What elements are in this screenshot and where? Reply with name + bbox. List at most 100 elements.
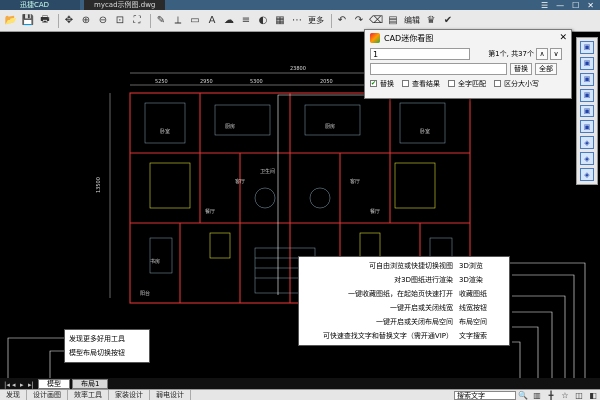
more-icon[interactable]: ⋯ <box>290 14 304 28</box>
search-dialog: CAD迷你看图 ✕ 1 第1个, 共37个 ∧ ∨ 替换 全部 ✔ 替换 查看结果… <box>364 29 572 99</box>
callout-line: 可自由浏览或快捷切换视图 3D浏览 <box>369 262 483 270</box>
view-results-checkbox[interactable]: 查看结果 <box>402 79 440 89</box>
search-row: 1 第1个, 共37个 ∧ ∨ <box>365 46 571 61</box>
result-count: 第1个, 共37个 <box>488 49 534 58</box>
replace-checkbox[interactable]: ✔ 替换 <box>370 79 394 89</box>
more-label[interactable]: 更多 <box>308 15 324 26</box>
status-bar: 发现 设计画图 效率工具 家装设计 弱电设计 搜索文字 🔍 ▥ ╋ ☆ ◫ ◧ <box>0 389 600 400</box>
app-logo: 迅捷CAD <box>0 0 80 10</box>
check-icon[interactable]: ✔ <box>441 14 455 28</box>
text-search-input[interactable]: 搜索文字 <box>454 390 516 400</box>
ne-iso-view-icon[interactable]: ◈ <box>580 168 594 182</box>
next-result-button[interactable]: ∨ <box>550 47 562 60</box>
low-voltage-design-button[interactable]: 弱电设计 <box>150 389 191 400</box>
callout-line: 可快速查找文字和替换文字（需开通VIP） 文字搜索 <box>322 332 487 340</box>
top-view-icon[interactable]: ▣ <box>580 41 594 54</box>
last-tab-icon[interactable]: ▸| <box>28 381 36 389</box>
bottom-view-icon[interactable]: ▣ <box>580 56 594 70</box>
design-drawing-button[interactable]: 设计画图 <box>27 389 68 400</box>
print-icon[interactable]: 🖶 <box>38 14 52 28</box>
se-iso-view-icon[interactable]: ◈ <box>580 152 594 166</box>
right-view-icon[interactable]: ▣ <box>580 88 594 102</box>
dim-total-text: 23800 <box>290 66 306 72</box>
line-width-icon[interactable]: ╋ <box>544 390 558 400</box>
close-icon[interactable]: ✕ <box>587 1 594 10</box>
next-tab-icon[interactable]: ▸ <box>20 381 28 389</box>
checkbox-icon <box>494 80 501 87</box>
undo-icon[interactable]: ↶ <box>335 14 349 28</box>
replace-row: 替换 全部 <box>365 61 571 76</box>
image-icon[interactable]: ▦ <box>273 14 287 28</box>
checkbox-icon <box>402 80 409 87</box>
zoom-extents-icon[interactable]: ⛶ <box>130 14 144 28</box>
edit-label[interactable]: 编辑 <box>404 15 420 26</box>
checkbox-checked-icon: ✔ <box>370 80 377 87</box>
view-cube-toolbar: ▣ ▣ ▣ ▣ ▣ ▣ ◈ ◈ ◈ <box>576 37 598 185</box>
prev-tab-icon[interactable]: ◂ <box>12 381 20 389</box>
zoom-window-icon[interactable]: ⊡ <box>113 14 127 28</box>
search-icon[interactable]: 🔍 <box>516 390 530 400</box>
render-3d-icon[interactable]: ◫ <box>572 390 586 400</box>
home-design-button[interactable]: 家装设计 <box>109 389 150 400</box>
layer-icon[interactable]: ≡ <box>239 14 253 28</box>
feature-callout-right: 可自由浏览或快捷切换视图 3D浏览 对3D图纸进行渲染 3D渲染 一键收藏图纸，在起… <box>298 256 510 346</box>
dim-top-text: 2950 <box>200 79 213 85</box>
layout-space-icon[interactable]: ▥ <box>530 390 544 400</box>
efficiency-tools-button[interactable]: 效率工具 <box>68 389 109 400</box>
color-icon[interactable]: ◐ <box>256 14 270 28</box>
pan-icon[interactable]: ✥ <box>62 14 76 28</box>
search-input[interactable]: 1 <box>370 47 470 60</box>
replace-input[interactable] <box>370 62 507 75</box>
discover-button[interactable]: 发现 <box>0 389 27 400</box>
open-folder-icon[interactable]: 📂 <box>4 14 18 28</box>
room-label: 餐厅 <box>205 208 215 215</box>
zoom-in-icon[interactable]: ⊕ <box>79 14 93 28</box>
window-controls: ☰ — ☐ ✕ <box>541 1 600 10</box>
title-bar: 迅捷CAD mycad示例图.dwg ☰ — ☐ ✕ <box>0 0 600 10</box>
browse-3d-icon[interactable]: ◧ <box>586 390 600 400</box>
eraser-icon[interactable]: ⌫ <box>369 14 383 28</box>
room-label: 餐厅 <box>370 208 380 215</box>
pencil-icon[interactable]: ✎ <box>154 14 168 28</box>
callout-line: 一键收藏图纸，在起始页快速打开 收藏图纸 <box>348 290 487 298</box>
match-case-checkbox[interactable]: 区分大小写 <box>494 79 539 89</box>
close-icon[interactable]: ✕ <box>559 33 567 43</box>
maximize-icon[interactable]: ☐ <box>572 1 579 10</box>
room-label: 卧室 <box>420 128 430 135</box>
tab-model[interactable]: 模型 <box>38 379 70 389</box>
text-icon[interactable]: A <box>205 14 219 28</box>
area-icon[interactable]: ▭ <box>188 14 202 28</box>
back-view-icon[interactable]: ▣ <box>580 120 594 134</box>
edit-icon[interactable]: ▤ <box>386 14 400 28</box>
room-label: 卫生间 <box>260 168 275 175</box>
save-icon[interactable]: 💾 <box>21 14 35 28</box>
room-label: 客厅 <box>235 178 245 185</box>
checkbox-icon <box>448 80 455 87</box>
minimize-icon[interactable]: — <box>556 1 564 10</box>
zoom-out-icon[interactable]: ⊖ <box>96 14 110 28</box>
sw-iso-view-icon[interactable]: ◈ <box>580 136 594 150</box>
whole-word-checkbox[interactable]: 全字匹配 <box>448 79 486 89</box>
layout-tabs: |◂ ◂ ▸ ▸| 模型 布局1 <box>0 378 600 389</box>
room-label: 厨房 <box>325 123 335 130</box>
vip-icon[interactable]: ♛ <box>424 14 438 28</box>
room-label: 阳台 <box>140 290 150 297</box>
callout-line: 一键开启或关闭布局空间 布局空间 <box>376 318 487 326</box>
front-view-icon[interactable]: ▣ <box>580 104 594 118</box>
tab-layout1[interactable]: 布局1 <box>72 379 109 389</box>
cloud-icon[interactable]: ☁ <box>222 14 236 28</box>
dialog-titlebar[interactable]: CAD迷你看图 ✕ <box>365 30 571 46</box>
replace-all-button[interactable]: 全部 <box>535 62 557 75</box>
dim-side-text: 13500 <box>96 177 102 193</box>
redo-icon[interactable]: ↷ <box>352 14 366 28</box>
favorite-icon[interactable]: ☆ <box>558 390 572 400</box>
previous-result-button[interactable]: ∧ <box>536 47 548 60</box>
document-tab[interactable]: mycad示例图.dwg <box>84 0 166 10</box>
menu-icon[interactable]: ☰ <box>541 1 548 10</box>
feature-callout-left: 发现更多好用工具 模型布局切换按钮 <box>64 329 150 363</box>
room-label: 书房 <box>150 258 160 265</box>
replace-button[interactable]: 替换 <box>510 62 532 75</box>
left-view-icon[interactable]: ▣ <box>580 72 594 86</box>
first-tab-icon[interactable]: |◂ <box>4 381 12 389</box>
measure-icon[interactable]: ⟂ <box>171 14 185 28</box>
